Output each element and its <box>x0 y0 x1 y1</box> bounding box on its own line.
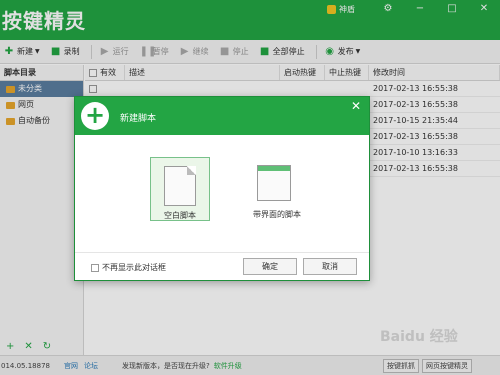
ok-button[interactable]: 确定 <box>243 258 297 275</box>
page-fold <box>187 166 196 175</box>
blank-script-option[interactable]: 空白脚本 <box>150 157 210 221</box>
ui-script-option[interactable]: 带界面的脚本 <box>247 157 307 221</box>
option-label: 带界面的脚本 <box>253 210 301 219</box>
cancel-button[interactable]: 取消 <box>303 258 357 275</box>
option-label: 空白脚本 <box>164 211 196 220</box>
close-icon[interactable]: ✕ <box>351 99 361 113</box>
dialog-title: 新建脚本 <box>120 114 157 124</box>
window-titlebar <box>258 166 290 171</box>
dont-show-label: 不再显示此对话框 <box>102 263 166 272</box>
dont-show-checkbox[interactable] <box>91 263 99 272</box>
plus-icon: + <box>81 102 109 130</box>
watermark: Baidu 经验 <box>380 329 458 345</box>
blank-document-icon <box>164 166 196 206</box>
dont-show-again[interactable]: 不再显示此对话框 <box>91 262 166 273</box>
dialog-header: + 新建脚本 ✕ <box>75 97 369 135</box>
dialog-footer: 不再显示此对话框 确定 取消 <box>75 252 369 280</box>
window-icon <box>257 165 291 201</box>
new-script-dialog: + 新建脚本 ✕ 空白脚本 带界面的脚本 不再显示此对话框 确定 取消 <box>74 96 370 281</box>
